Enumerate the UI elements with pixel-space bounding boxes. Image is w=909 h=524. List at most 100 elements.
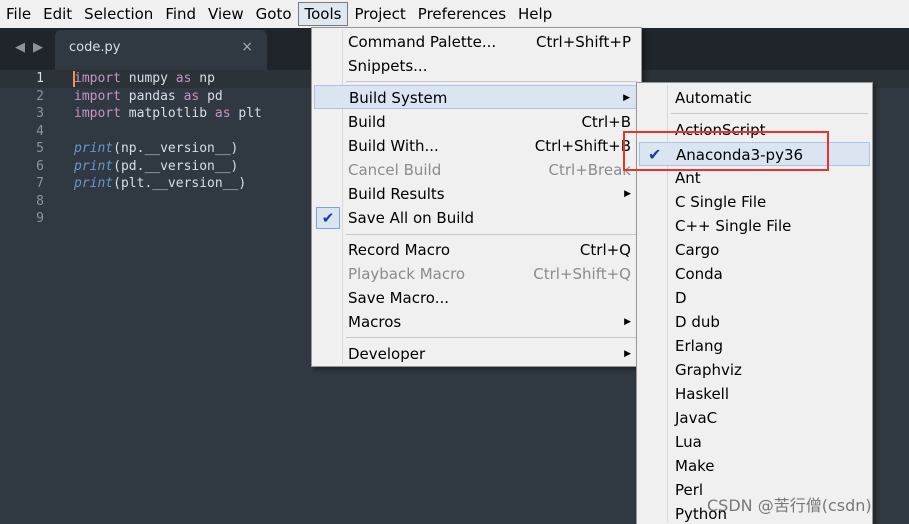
menu-item-label: Make — [675, 457, 715, 475]
menu-item-build-results[interactable]: Build Results ▶ — [314, 182, 639, 206]
build-system-cargo[interactable]: Cargo — [639, 238, 870, 262]
tab-scroll-right-icon[interactable]: ▶ — [33, 40, 43, 55]
menu-item-label: Build System — [349, 89, 448, 107]
menu-item-label: Macros — [348, 313, 402, 331]
submenu-arrow-icon: ▶ — [624, 349, 631, 359]
menu-separator — [346, 337, 637, 338]
menu-project[interactable]: Project — [348, 2, 411, 26]
menu-item-macros[interactable]: Macros ▶ — [314, 310, 639, 334]
build-system-d-dub[interactable]: D dub — [639, 310, 870, 334]
menu-item-label: Save All on Build — [348, 209, 475, 227]
menu-item-build[interactable]: Build Ctrl+B — [314, 110, 639, 134]
menu-item-developer[interactable]: Developer ▶ — [314, 342, 639, 366]
line-number: 4 — [36, 123, 44, 139]
build-system-javac[interactable]: JavaC — [639, 406, 870, 430]
menu-item-shortcut: Ctrl+Shift+P — [536, 33, 631, 51]
menu-item-label: Snippets... — [348, 57, 428, 75]
menu-item-shortcut: Ctrl+Shift+B — [534, 137, 631, 155]
menu-item-label: Lua — [675, 433, 702, 451]
menu-item-label: Cancel Build — [348, 161, 442, 179]
watermark: CSDN @苦行僧(csdn) — [707, 496, 872, 515]
menu-find[interactable]: Find — [159, 2, 202, 26]
menu-selection[interactable]: Selection — [78, 2, 159, 26]
menu-item-record-macro[interactable]: Record Macro Ctrl+Q — [314, 238, 639, 262]
menu-item-label: Build With... — [348, 137, 439, 155]
line-number: 3 — [36, 106, 44, 121]
code-line: print(plt.__version__) — [74, 176, 247, 191]
code-content[interactable]: import numpy as np import pandas as pd i… — [74, 70, 262, 228]
annotation-highlight-box — [623, 131, 829, 171]
tab-code-py[interactable]: code.py × — [55, 30, 267, 70]
menu-item-playback-macro[interactable]: Playback Macro Ctrl+Shift+Q — [314, 262, 639, 286]
menu-item-label: JavaC — [675, 409, 718, 427]
menu-item-label: Automatic — [675, 89, 752, 107]
line-number: 7 — [36, 176, 44, 191]
line-number: 6 — [36, 158, 44, 174]
menu-item-shortcut: Ctrl+Q — [579, 241, 631, 259]
menu-file[interactable]: File — [0, 2, 37, 26]
menu-item-build-with[interactable]: Build With... Ctrl+Shift+B — [314, 134, 639, 158]
menu-separator — [346, 234, 637, 235]
line-number-gutter: 1 2 3 4 5 6 7 8 9 — [0, 70, 62, 228]
menu-preferences[interactable]: Preferences — [412, 2, 512, 26]
submenu-arrow-icon: ▶ — [624, 317, 631, 327]
build-system-erlang[interactable]: Erlang — [639, 334, 870, 358]
code-line: print(pd.__version__) — [74, 158, 239, 174]
menu-item-label: Developer — [348, 345, 426, 363]
menu-help[interactable]: Help — [512, 2, 558, 26]
build-system-cpp-single-file[interactable]: C++ Single File — [639, 214, 870, 238]
code-line: import numpy as np — [74, 71, 215, 86]
menu-separator — [346, 81, 637, 82]
menu-item-build-system[interactable]: Build System ▶ — [314, 85, 639, 109]
build-system-c-single-file[interactable]: C Single File — [639, 190, 870, 214]
menu-item-label: Graphviz — [675, 361, 742, 379]
menu-item-command-palette[interactable]: Command Palette... Ctrl+Shift+P — [314, 30, 639, 54]
tab-close-icon[interactable]: × — [241, 39, 253, 55]
menu-item-label: D — [675, 289, 687, 307]
menu-item-shortcut: Ctrl+Break — [548, 161, 632, 179]
tab-title: code.py — [69, 40, 121, 55]
menu-separator — [671, 113, 868, 114]
menu-item-label: Command Palette... — [348, 33, 497, 51]
submenu-arrow-icon: ▶ — [623, 93, 630, 103]
tab-scroll-left-icon[interactable]: ◀ — [15, 40, 25, 55]
code-line: print(np.__version__) — [74, 141, 239, 156]
line-number: 2 — [36, 88, 44, 104]
build-system-automatic[interactable]: Automatic — [639, 86, 870, 110]
build-system-d[interactable]: D — [639, 286, 870, 310]
menu-item-label: Haskell — [675, 385, 730, 403]
build-system-make[interactable]: Make — [639, 454, 870, 478]
menu-item-save-all-on-build[interactable]: ✔ Save All on Build — [314, 206, 639, 230]
menu-item-label: D dub — [675, 313, 720, 331]
line-number: 9 — [36, 211, 44, 226]
menu-item-label: Build — [348, 113, 386, 131]
menu-item-label: Record Macro — [348, 241, 450, 259]
code-line: import matplotlib as plt — [74, 106, 262, 121]
line-number: 5 — [36, 141, 44, 156]
menu-item-label: Playback Macro — [348, 265, 466, 283]
menu-item-label: Conda — [675, 265, 723, 283]
build-system-haskell[interactable]: Haskell — [639, 382, 870, 406]
menu-view[interactable]: View — [202, 2, 250, 26]
menu-item-label: C Single File — [675, 193, 767, 211]
build-system-lua[interactable]: Lua — [639, 430, 870, 454]
menu-goto[interactable]: Goto — [250, 2, 298, 26]
menu-tools[interactable]: Tools — [297, 2, 349, 26]
menu-item-cancel-build[interactable]: Cancel Build Ctrl+Break — [314, 158, 639, 182]
menu-item-shortcut: Ctrl+Shift+Q — [533, 265, 631, 283]
menu-item-label: Perl — [675, 481, 704, 499]
submenu-arrow-icon: ▶ — [624, 189, 631, 199]
menu-item-save-macro[interactable]: Save Macro... — [314, 286, 639, 310]
menu-item-label: Save Macro... — [348, 289, 450, 307]
build-system-graphviz[interactable]: Graphviz — [639, 358, 870, 382]
menu-bar: File Edit Selection Find View Goto Tools… — [0, 0, 909, 28]
menu-edit[interactable]: Edit — [37, 2, 78, 26]
menu-item-snippets[interactable]: Snippets... — [314, 54, 639, 78]
tools-dropdown-menu: Command Palette... Ctrl+Shift+P Snippets… — [311, 27, 642, 367]
line-number: 8 — [36, 193, 44, 209]
build-system-conda[interactable]: Conda — [639, 262, 870, 286]
code-line: import pandas as pd — [74, 88, 223, 104]
